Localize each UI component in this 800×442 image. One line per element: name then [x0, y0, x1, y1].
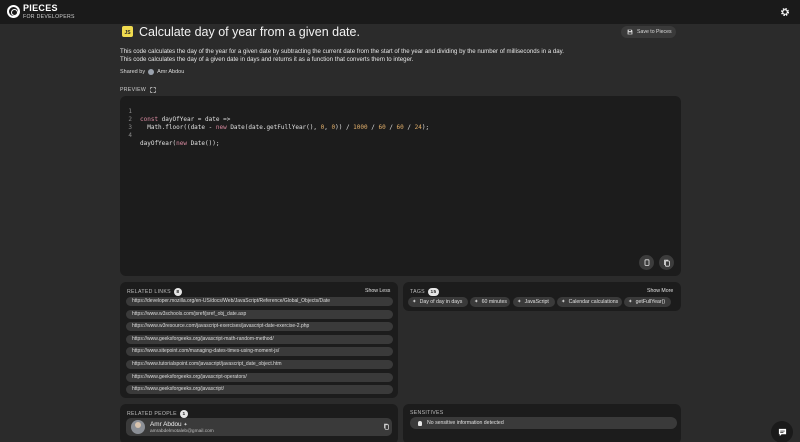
code-preview[interactable]: 1 const dayOfYear = date => 2 Math.floor…	[120, 96, 681, 276]
code-text: const dayOfYear = date =>	[140, 116, 231, 123]
person-name-text: Amr Abdou	[150, 421, 182, 428]
sensitives-card: SENSITIVES No sensitive information dete…	[403, 404, 681, 442]
tag[interactable]: ✦ Day of day in days	[408, 297, 468, 307]
tags-header: TAGS 15	[410, 288, 439, 296]
sensitives-header: SENSITIVES	[410, 410, 444, 416]
preview-label: PREVIEW	[120, 87, 147, 93]
related-links-header: RELATED LINKS 8	[127, 288, 182, 296]
tag-label: JavaScript	[524, 299, 549, 305]
related-link[interactable]: https://www.w3resource.com/javascript-ex…	[126, 322, 393, 331]
description-line-2: This code calculates the day of a given …	[120, 56, 414, 64]
expand-icon[interactable]	[150, 87, 156, 93]
code-line: 2 Math.floor((date - new Date(date.getFu…	[120, 108, 429, 131]
tag[interactable]: ✦ getFullYear()	[624, 297, 671, 307]
tag[interactable]: ✦ Calendar calculations	[557, 297, 622, 307]
sparkle-icon: ✦	[628, 299, 633, 305]
related-link[interactable]: https://www.geeksforgeeks.org/javascript…	[126, 373, 393, 382]
code-line: 3	[120, 116, 134, 131]
brand-name: PIECES	[23, 3, 58, 13]
tag[interactable]: ✦ 60 minutes	[470, 297, 510, 307]
brand-subtitle: FOR DEVELOPERS	[23, 14, 75, 20]
sensitives-status: No sensitive information detected	[410, 417, 677, 429]
gear-icon[interactable]	[780, 7, 790, 17]
sparkle-icon: ✦	[517, 299, 522, 305]
related-people-card: RELATED PEOPLE 1 Amr Abdou ✦ amrabdelmot…	[120, 404, 398, 442]
related-link[interactable]: https://www.geeksforgeeks.org/javascript…	[126, 335, 393, 344]
tag-label: Calendar calculations	[568, 299, 619, 305]
lightbulb-icon	[418, 420, 422, 426]
person-row[interactable]: Amr Abdou ✦ amrabdelmotaleb@gmail.com	[126, 418, 392, 436]
sparkle-icon: ✦	[474, 299, 479, 305]
person-email: amrabdelmotaleb@gmail.com	[150, 429, 214, 434]
code-text: dayOfYear(new Date());	[140, 140, 220, 147]
related-links-label: RELATED LINKS	[127, 289, 171, 295]
save-to-pieces-button[interactable]: Save to Pieces	[621, 26, 676, 38]
copy-all-icon	[663, 259, 670, 267]
show-more-button[interactable]: Show More	[647, 288, 673, 294]
shared-by: Shared by Amr Abdou	[120, 69, 184, 75]
snippet-title: Calculate day of year from a given date.	[139, 25, 360, 39]
related-link[interactable]: https://www.tutorialspoint.com/javascrip…	[126, 360, 393, 369]
description-line-1: This code calculates the day of the year…	[120, 48, 564, 55]
related-people-header: RELATED PEOPLE 1	[127, 410, 188, 418]
related-links-card: RELATED LINKS 8 Show Less https://develo…	[120, 282, 398, 398]
javascript-language-icon: JS	[122, 26, 133, 37]
top-bar: PIECES FOR DEVELOPERS	[0, 0, 800, 24]
copy-button[interactable]	[639, 255, 654, 270]
tags-card: TAGS 15 Show More ✦ Day of day in days ✦…	[403, 282, 681, 311]
code-line: 4 dayOfYear(new Date());	[120, 124, 219, 147]
tag-label: Day of day in days	[419, 299, 463, 305]
tag-label: getFullYear()	[635, 299, 666, 305]
show-less-button[interactable]: Show Less	[365, 288, 390, 294]
related-link[interactable]: https://www.w3schools.com/jsref/jsref_ob…	[126, 310, 393, 319]
copy-icon[interactable]	[383, 423, 390, 430]
snippet-description: This code calculates the day of the year…	[120, 48, 680, 64]
pieces-logo-icon[interactable]	[7, 5, 20, 18]
save-to-pieces-label: Save to Pieces	[637, 29, 672, 35]
related-link[interactable]: https://www.geeksforgeeks.org/javascript…	[126, 385, 393, 394]
brand[interactable]: PIECES FOR DEVELOPERS	[23, 4, 75, 20]
sparkle-icon: ✦	[561, 299, 566, 305]
save-icon	[627, 29, 633, 35]
sensitives-label: SENSITIVES	[410, 410, 444, 416]
shared-by-name[interactable]: Amr Abdou	[157, 69, 184, 75]
chat-button[interactable]	[771, 421, 793, 442]
code-line: 1 const dayOfYear = date =>	[120, 100, 230, 123]
avatar	[131, 420, 145, 434]
copy-all-button[interactable]	[659, 255, 674, 270]
tags-count: 15	[427, 288, 439, 296]
line-number: 4	[128, 132, 132, 139]
related-link[interactable]: https://www.sitepoint.com/managing-dates…	[126, 347, 393, 356]
code-text: Math.floor((date - new Date(date.getFull…	[140, 124, 430, 131]
tag[interactable]: ✦ JavaScript	[513, 297, 555, 307]
avatar	[148, 69, 155, 75]
tags-label: TAGS	[410, 289, 425, 295]
related-people-count: 1	[179, 410, 188, 418]
sparkle-icon: ✦	[183, 422, 188, 428]
related-people-label: RELATED PEOPLE	[127, 411, 177, 417]
sparkle-icon: ✦	[412, 299, 417, 305]
chat-icon	[778, 428, 786, 436]
tag-label: 60 minutes	[481, 299, 507, 305]
sensitives-status-text: No sensitive information detected	[427, 420, 504, 426]
shared-by-label: Shared by	[120, 69, 146, 75]
copy-icon	[644, 258, 649, 266]
person-name: Amr Abdou ✦	[150, 421, 188, 428]
related-links-count: 8	[173, 288, 182, 296]
preview-header: PREVIEW	[120, 87, 156, 93]
related-link[interactable]: https://developer.mozilla.org/en-US/docs…	[126, 297, 393, 306]
